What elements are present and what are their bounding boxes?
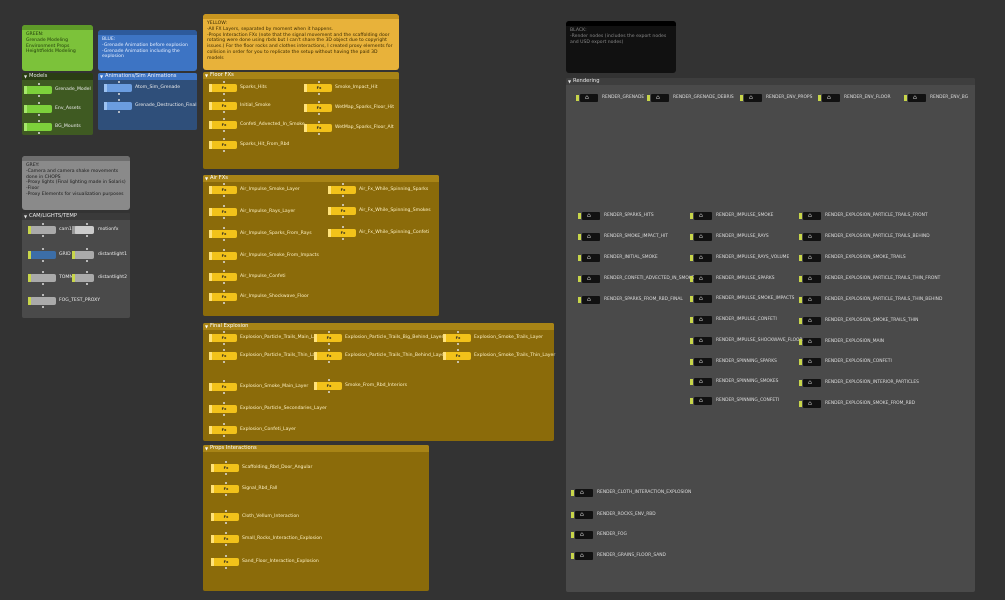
sticky-note-grey[interactable]: GREY: -Camera and camera shake movements… bbox=[22, 156, 130, 210]
note-black-body: -Render nodes (includes the export nodes… bbox=[570, 33, 667, 45]
rop-icon: ⌂ bbox=[699, 378, 703, 385]
rop-icon: ⌂ bbox=[808, 212, 812, 219]
collapse-triangle-icon[interactable]: ▼ bbox=[568, 78, 571, 85]
network-box-air-fxs[interactable]: ▼ Air FXs Fx Air_Impulse_Smoke_Layer Fx Air… bbox=[203, 175, 439, 316]
collapse-triangle-icon[interactable]: ▼ bbox=[24, 213, 27, 220]
box-title: Animations/Sim Animations bbox=[105, 73, 177, 79]
network-box-animations[interactable]: ▼ Animations/Sim Animations Atom_Sim_Gren… bbox=[98, 73, 197, 130]
box-title: Final Explosion bbox=[210, 323, 249, 329]
rop-icon: ⌂ bbox=[808, 317, 812, 324]
rop-icon: ⌂ bbox=[699, 358, 703, 365]
network-box-props-interactions[interactable]: ▼ Props Interactions Fx Scaffolding_Rbd_Do… bbox=[203, 445, 429, 591]
rop-icon: ⌂ bbox=[913, 94, 917, 101]
sticky-note-blue[interactable]: BLUE: -Grenade Animation before explosio… bbox=[98, 30, 197, 71]
collapse-triangle-icon[interactable]: ▼ bbox=[24, 73, 27, 80]
note-black-title: BLACK: bbox=[570, 28, 587, 33]
network-box-floor-fxs[interactable]: ▼ Floor FXs Fx Sparks_Hits Fx Initial_Smoke… bbox=[203, 72, 399, 169]
box-title: CAM/LIGHTS/TEMP bbox=[29, 213, 77, 219]
rop-icon: ⌂ bbox=[699, 254, 703, 261]
collapse-triangle-icon[interactable]: ▼ bbox=[205, 323, 208, 330]
rop-icon: ⌂ bbox=[808, 296, 812, 303]
rop-icon: ⌂ bbox=[587, 275, 591, 282]
note-green-title: GREEN: bbox=[26, 32, 44, 37]
collapse-triangle-icon[interactable]: ▼ bbox=[100, 73, 103, 80]
collapse-triangle-icon[interactable]: ▼ bbox=[205, 72, 208, 79]
sticky-note-black[interactable]: BLACK: -Render nodes (includes the expor… bbox=[566, 21, 676, 73]
box-title: Floor FXs bbox=[210, 72, 234, 78]
houdini-network-view[interactable]: { "notes": { "green": {"title":"GREEN:",… bbox=[0, 0, 1005, 600]
rop-icon: ⌂ bbox=[699, 212, 703, 219]
rop-icon: ⌂ bbox=[580, 511, 584, 518]
rop-icon: ⌂ bbox=[587, 254, 591, 261]
note-blue-body: -Grenade Animation before explosion -Gre… bbox=[102, 42, 188, 60]
rop-icon: ⌂ bbox=[808, 379, 812, 386]
note-grey-body: -Camera and camera shake movements done … bbox=[26, 168, 126, 197]
rop-icon: ⌂ bbox=[808, 400, 812, 407]
network-box-final-explosion[interactable]: ▼ Final Explosion Fx Explosion_Particle_Tr… bbox=[203, 323, 555, 441]
box-title: Models bbox=[29, 73, 48, 79]
rop-icon: ⌂ bbox=[699, 295, 703, 302]
box-title: Rendering bbox=[573, 78, 600, 84]
rop-icon: ⌂ bbox=[580, 552, 584, 559]
note-green-body: Grenade Modeling Environment Props Heigh… bbox=[26, 37, 76, 55]
rop-icon: ⌂ bbox=[808, 358, 812, 365]
sticky-note-yellow[interactable]: YELLOW: -All FX Layers, separated by mom… bbox=[203, 14, 399, 70]
rop-icon: ⌂ bbox=[808, 233, 812, 240]
rop-icon: ⌂ bbox=[587, 233, 591, 240]
note-yellow-title: YELLOW: bbox=[207, 21, 228, 26]
box-title: Air FXs bbox=[210, 175, 229, 181]
sticky-note-green[interactable]: GREEN: Grenade Modeling Environment Prop… bbox=[22, 25, 93, 71]
rop-icon: ⌂ bbox=[749, 94, 753, 101]
note-grey-title: GREY: bbox=[26, 163, 40, 168]
note-blue-title: BLUE: bbox=[102, 37, 116, 42]
rop-icon: ⌂ bbox=[699, 337, 703, 344]
collapse-triangle-icon[interactable]: ▼ bbox=[205, 445, 208, 452]
network-box-cam-lights-temp[interactable]: ▼ CAM/LIGHTS/TEMP cam1 motionfx GRID dist… bbox=[22, 213, 130, 318]
rop-icon: ⌂ bbox=[580, 489, 584, 496]
collapse-triangle-icon[interactable]: ▼ bbox=[205, 175, 208, 182]
rop-icon: ⌂ bbox=[808, 254, 812, 261]
rop-icon: ⌂ bbox=[827, 94, 831, 101]
rop-icon: ⌂ bbox=[656, 94, 660, 101]
rop-icon: ⌂ bbox=[585, 94, 589, 101]
rop-icon: ⌂ bbox=[699, 397, 703, 404]
rop-icon: ⌂ bbox=[587, 212, 591, 219]
rop-icon: ⌂ bbox=[587, 296, 591, 303]
network-box-models[interactable]: ▼ Models Grenade_Model Env_Assets BG_Moun… bbox=[22, 73, 93, 135]
rop-icon: ⌂ bbox=[699, 316, 703, 323]
rop-icon: ⌂ bbox=[699, 275, 703, 282]
network-box-rendering[interactable]: ▼ Rendering ⌂ RENDER_GRENADE ⌂ RENDER_GRENA… bbox=[566, 78, 975, 592]
note-yellow-body: -All FX Layers, separated by moment when… bbox=[207, 26, 393, 61]
box-title: Props Interactions bbox=[210, 445, 257, 451]
rop-icon: ⌂ bbox=[808, 338, 812, 345]
rop-icon: ⌂ bbox=[699, 233, 703, 240]
rop-icon: ⌂ bbox=[580, 531, 584, 538]
rop-icon: ⌂ bbox=[808, 275, 812, 282]
